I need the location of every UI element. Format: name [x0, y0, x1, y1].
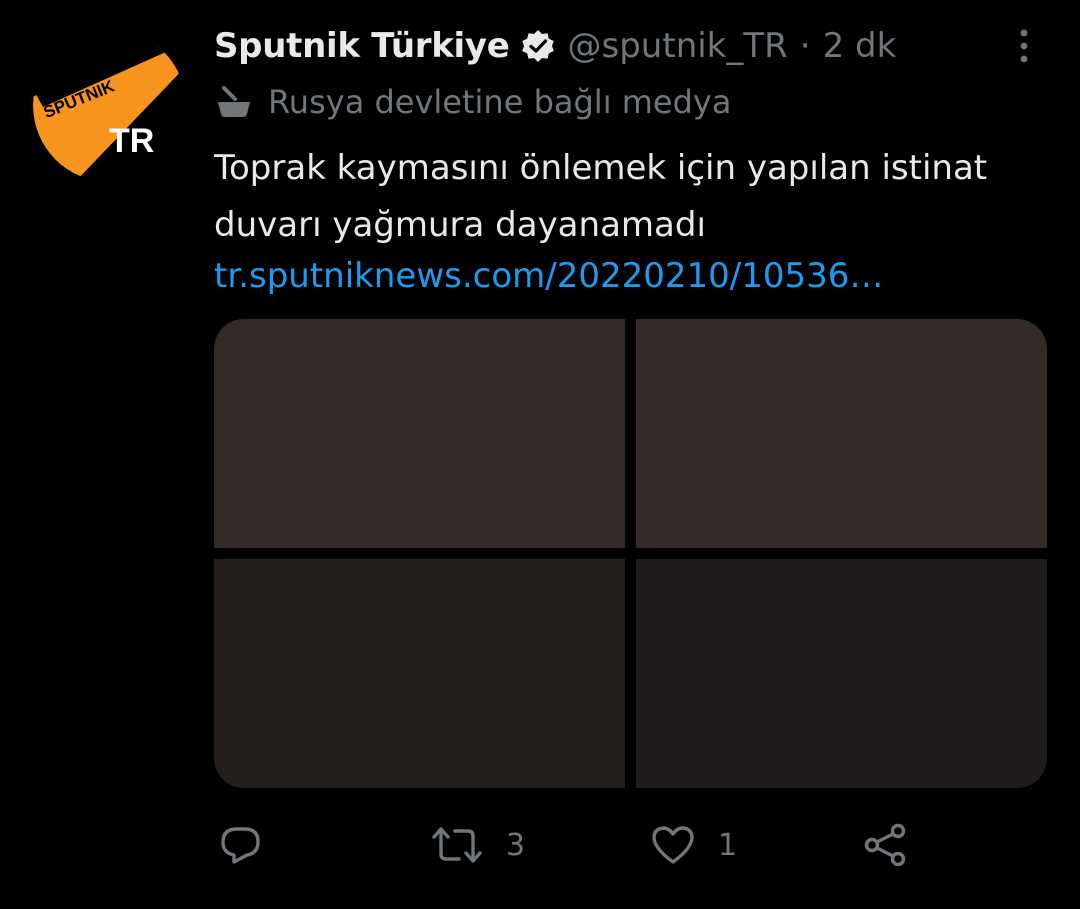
author-avatar[interactable]: SPUTNIK TR: [33, 29, 186, 182]
reply-button[interactable]: [218, 815, 264, 875]
heart-icon: [652, 826, 694, 864]
separator-dot: ·: [799, 26, 811, 66]
media-image-3[interactable]: [214, 559, 625, 788]
like-count: 1: [718, 827, 738, 863]
media-image-1[interactable]: [214, 319, 625, 548]
tweet-timestamp[interactable]: 2 dk: [823, 26, 897, 66]
author-name[interactable]: Sputnik Türkiye: [214, 26, 510, 66]
tweet-actions: 3 1: [0, 815, 1080, 875]
tweet-header: Sputnik Türkiye @sputnik_TR · 2 dk: [214, 22, 896, 70]
share-icon: [864, 823, 906, 867]
tweet-link[interactable]: tr.sputniknews.com/20220210/10536…: [214, 252, 883, 300]
state-media-icon: [214, 84, 254, 120]
tweet-card[interactable]: SPUTNIK TR Sputnik Türkiye @sputnik_TR ·…: [0, 0, 1080, 909]
like-button[interactable]: 1: [650, 815, 737, 875]
state-media-text: Rusya devletine bağlı medya: [268, 83, 732, 121]
reply-icon: [221, 827, 260, 864]
verified-badge-icon: [520, 28, 556, 64]
state-media-label[interactable]: Rusya devletine bağlı medya: [214, 80, 731, 124]
share-button[interactable]: [862, 815, 910, 875]
retweet-count: 3: [506, 827, 526, 863]
media-grid: [214, 319, 1047, 788]
author-handle[interactable]: @sputnik_TR: [568, 26, 788, 66]
media-image-2[interactable]: [636, 319, 1047, 548]
more-options-icon[interactable]: [1010, 26, 1038, 66]
media-image-4[interactable]: [636, 559, 1047, 788]
sputnik-logo: SPUTNIK TR: [33, 29, 186, 182]
avatar-tr-text: TR: [109, 122, 154, 160]
retweet-icon: [432, 827, 482, 863]
tweet-text: Toprak kaymasını önlemek için yapılan is…: [214, 148, 988, 245]
retweet-button[interactable]: 3: [430, 815, 525, 875]
